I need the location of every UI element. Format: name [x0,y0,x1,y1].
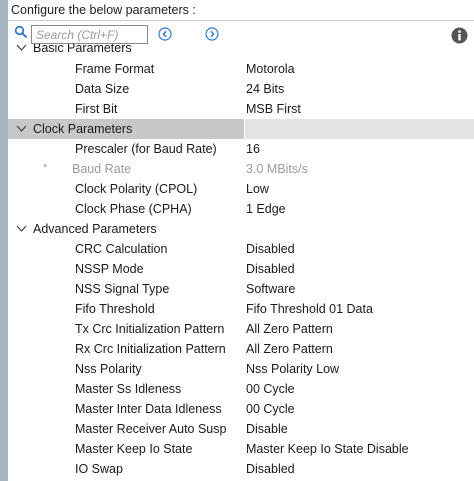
param-value[interactable]: MSB First [246,102,301,116]
param-label: Clock Polarity (CPOL) [75,182,198,196]
group-title: Advanced Parameters [33,222,157,236]
param-value[interactable]: Master Keep Io State Disable [246,442,409,456]
param-label: NSSP Mode [75,262,144,276]
param-row[interactable]: Master Receiver Auto Susp Disable [8,419,474,439]
param-value[interactable]: 00 Cycle [246,382,295,396]
param-value[interactable]: Disabled [246,462,295,476]
param-label: Prescaler (for Baud Rate) [75,142,217,156]
previous-result-icon[interactable] [158,27,172,41]
group-value-cell [244,119,474,139]
param-label: Master Receiver Auto Susp [75,422,227,436]
param-label: Tx Crc Initialization Pattern [75,322,225,336]
derived-marker: * [43,162,48,174]
param-row[interactable]: Master Inter Data Idleness 00 Cycle [8,399,474,419]
param-row[interactable]: Nss Polarity Nss Polarity Low [8,359,474,379]
param-value[interactable]: 16 [246,142,260,156]
param-value[interactable]: 1 Edge [246,202,286,216]
param-label: Clock Phase (CPHA) [75,202,192,216]
param-value[interactable]: Disable [246,422,288,436]
param-label: CRC Calculation [75,242,168,256]
chevron-down-icon[interactable] [16,224,27,233]
group-clock-parameters[interactable]: Clock Parameters [8,119,474,139]
group-title: Clock Parameters [33,122,133,136]
search-toolbar [8,21,474,48]
param-value[interactable]: Software [246,282,295,296]
param-value: 3.0 MBits/s [246,162,308,176]
left-border-bar [0,0,8,481]
param-row[interactable]: Data Size 24 Bits [8,79,474,99]
param-label: Master Ss Idleness [75,382,182,396]
parameter-tree[interactable]: Basic Parameters Frame Format Motorola D… [8,40,474,481]
param-row[interactable]: Rx Crc Initialization Pattern All Zero P… [8,339,474,359]
param-label: Nss Polarity [75,362,142,376]
param-row[interactable]: Tx Crc Initialization Pattern All Zero P… [8,319,474,339]
next-result-icon[interactable] [205,27,219,41]
param-value[interactable]: Nss Polarity Low [246,362,339,376]
param-label: First Bit [75,102,118,116]
param-label: Frame Format [75,62,155,76]
param-row[interactable]: Prescaler (for Baud Rate) 16 [8,139,474,159]
param-row[interactable]: Frame Format Motorola [8,59,474,79]
param-value[interactable]: All Zero Pattern [246,342,333,356]
param-value[interactable]: 00 Cycle [246,402,295,416]
param-row[interactable]: CRC Calculation Disabled [8,239,474,259]
param-value[interactable]: Motorola [246,62,295,76]
param-row[interactable]: IO Swap Disabled [8,459,474,479]
param-row[interactable]: NSS Signal Type Software [8,279,474,299]
chevron-down-icon[interactable] [16,124,27,133]
param-row[interactable]: Clock Polarity (CPOL) Low [8,179,474,199]
param-row[interactable]: NSSP Mode Disabled [8,259,474,279]
param-row[interactable]: Master Keep Io State Master Keep Io Stat… [8,439,474,459]
config-header: Configure the below parameters : [8,0,474,21]
param-label: Master Keep Io State [75,442,193,456]
header-title: Configure the below parameters : [11,3,196,17]
search-icon [14,25,28,39]
param-value[interactable]: Fifo Threshold 01 Data [246,302,373,316]
param-label: Baud Rate [72,162,132,176]
param-label: Master Inter Data Idleness [75,402,222,416]
info-icon[interactable] [451,27,468,44]
param-label: Data Size [75,82,130,96]
group-advanced-parameters[interactable]: Advanced Parameters [8,219,474,239]
param-row[interactable]: First Bit MSB First [8,99,474,119]
param-value[interactable]: 24 Bits [246,82,284,96]
param-row[interactable]: Clock Phase (CPHA) 1 Edge [8,199,474,219]
param-label: IO Swap [75,462,123,476]
param-label: Fifo Threshold [75,302,155,316]
search-input[interactable] [31,25,148,44]
param-value[interactable]: All Zero Pattern [246,322,333,336]
param-row[interactable]: Fifo Threshold Fifo Threshold 01 Data [8,299,474,319]
param-label: Rx Crc Initialization Pattern [75,342,226,356]
param-value[interactable]: Low [246,182,269,196]
param-row: * Baud Rate 3.0 MBits/s [8,159,474,179]
param-label: NSS Signal Type [75,282,170,296]
param-row[interactable]: Master Ss Idleness 00 Cycle [8,379,474,399]
param-value[interactable]: Disabled [246,242,295,256]
param-value[interactable]: Disabled [246,262,295,276]
